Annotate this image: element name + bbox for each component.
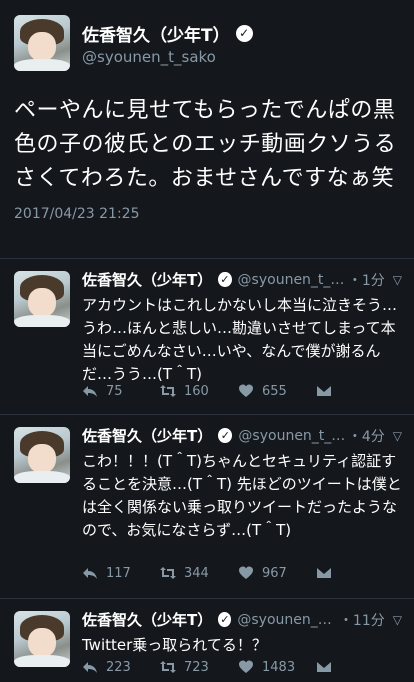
dm-button[interactable] [316,659,394,675]
envelope-icon [317,568,331,578]
like-button[interactable]: 655 [238,383,316,399]
envelope-icon [317,386,331,396]
display-name[interactable]: 佐香智久（少年T） [82,609,212,630]
tweet-thread-page: 佐香智久（少年T） ✓ @syounen_t_sako ペーやんに見せてもらった… [0,0,414,682]
dm-button[interactable] [316,565,394,581]
tweet-timestamp[interactable]: 2017/04/23 21:25 [14,206,400,228]
author-info: 佐香智久（少年T） ✓ @syounen_t_sako [82,21,253,66]
envelope-icon [317,662,331,672]
like-count: 967 [262,565,287,581]
heart-icon [239,566,253,579]
reply-tweet[interactable]: 佐香智久（少年T） ✓ @syounen_t_s... ・4分 ▽ こわ！！！(… [0,414,414,598]
avatar[interactable] [14,427,70,483]
display-name[interactable]: 佐香智久（少年T） [82,21,230,46]
tweet-text: アカウントはこれしかないし本当に泣きそう…うわ…ほんと悲しい…勘違いさせてしまっ… [82,296,398,383]
tweet-actions: 223 723 1483 [82,659,394,675]
avatar[interactable] [14,15,70,71]
retweet-icon [160,661,176,673]
chevron-down-icon[interactable]: ▽ [393,613,402,627]
reply-count: 75 [106,383,123,399]
dm-button[interactable] [316,383,394,399]
tweet-text: こわ！！！(T＾T)ちゃんとセキュリティ認証することを決意…(T＾T) 先ほどの… [82,452,402,539]
verified-badge-icon: ✓ [218,612,232,627]
avatar[interactable] [14,271,70,327]
display-name[interactable]: 佐香智久（少年T） [82,425,212,446]
reply-header: 佐香智久（少年T） ✓ @syounen_t_s... ・4分 ▽ [82,425,402,446]
tweet-text: Twitter乗っ取られてる！？ [82,636,267,654]
heart-icon [239,660,253,673]
retweet-icon [160,385,176,397]
reply-icon [83,662,97,673]
reply-tweet[interactable]: 佐香智久（少年T） ✓ @syounen_t_s... ・11分 ▽ Twitt… [0,598,414,682]
reply-header: 佐香智久（少年T） ✓ @syounen_t_s... ・11分 ▽ [82,609,402,630]
like-count: 1483 [262,659,296,675]
reply-button[interactable]: 75 [82,383,160,399]
tweet-actions: 117 344 967 [82,565,394,581]
chevron-down-icon[interactable]: ▽ [393,429,402,443]
like-count: 655 [262,383,287,399]
reply-header: 佐香智久（少年T） ✓ @syounen_t_sa... ・1分 ▽ [82,269,402,290]
chevron-down-icon[interactable]: ▽ [393,273,402,287]
reply-count: 223 [106,659,131,675]
heart-icon [239,384,253,397]
verified-badge-icon: ✓ [218,428,233,443]
reply-button[interactable]: 223 [82,659,160,675]
handle[interactable]: @syounen_t_sako [82,48,253,66]
handle[interactable]: @syounen_t_s... [238,428,345,444]
tweet-actions: 75 160 655 [82,383,394,399]
avatar[interactable] [14,611,70,667]
display-name[interactable]: 佐香智久（少年T） [82,269,212,290]
reply-tweet[interactable]: 佐香智久（少年T） ✓ @syounen_t_sa... ・1分 ▽ アカウント… [0,258,414,414]
main-tweet-header: 佐香智久（少年T） ✓ @syounen_t_sako [14,14,400,72]
relative-time[interactable]: ・1分 [348,270,385,290]
verified-badge-icon: ✓ [235,24,253,42]
like-button[interactable]: 967 [238,565,316,581]
reply-button[interactable]: 117 [82,565,160,581]
reply-count: 117 [106,565,131,581]
retweet-icon [160,567,176,579]
like-button[interactable]: 1483 [238,659,316,675]
retweet-count: 344 [184,565,209,581]
handle[interactable]: @syounen_t_s... [237,612,337,628]
retweet-button[interactable]: 723 [160,659,238,675]
verified-badge-icon: ✓ [218,272,232,287]
main-tweet[interactable]: 佐香智久（少年T） ✓ @syounen_t_sako ペーやんに見せてもらった… [0,0,414,228]
retweet-count: 723 [184,659,209,675]
retweet-count: 160 [184,383,209,399]
tweet-text: ペーやんに見せてもらったでんぱの黒色の子の彼氏とのエッチ動画クソうるさくてわろた… [14,98,397,191]
relative-time[interactable]: ・11分 [339,610,385,630]
reply-icon [83,386,97,397]
retweet-button[interactable]: 344 [160,565,238,581]
handle[interactable]: @syounen_t_sa... [238,272,346,288]
retweet-button[interactable]: 160 [160,383,238,399]
reply-icon [83,568,97,579]
relative-time[interactable]: ・4分 [348,426,385,446]
